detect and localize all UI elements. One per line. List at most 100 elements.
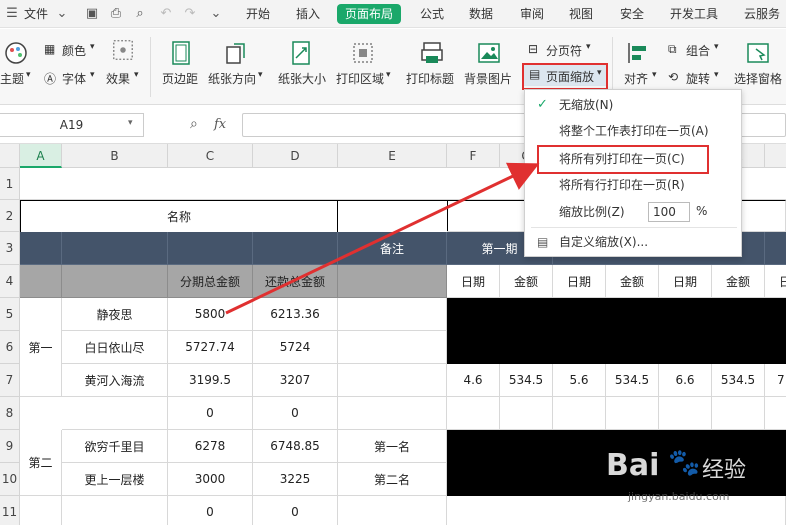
cell-a4[interactable]: [20, 265, 62, 298]
selection-pane-icon[interactable]: [746, 41, 770, 65]
row-header-4[interactable]: 4: [0, 265, 20, 298]
chevron-down-icon[interactable]: ▾: [26, 70, 31, 80]
r5-name[interactable]: 静夜思: [62, 298, 168, 331]
select-all-corner[interactable]: [0, 144, 20, 168]
date-header-j[interactable]: 日期: [659, 265, 712, 298]
amount-header-g[interactable]: 金额: [500, 265, 553, 298]
r7-repay[interactable]: 3207: [253, 364, 338, 397]
r8-l[interactable]: [765, 397, 786, 430]
color-button[interactable]: 颜色: [62, 42, 86, 59]
r5-remark[interactable]: [338, 298, 447, 331]
row-header-10[interactable]: 10: [0, 463, 20, 496]
cell-d3[interactable]: [253, 232, 338, 265]
amount-header-i[interactable]: 金额: [606, 265, 659, 298]
r8-f[interactable]: [447, 397, 500, 430]
theme-icon[interactable]: [4, 41, 28, 65]
r8-total[interactable]: 0: [168, 397, 253, 430]
custom-scale-item[interactable]: ▤ 自定义缩放(X)...: [525, 229, 741, 255]
r7-name[interactable]: 黄河入海流: [62, 364, 168, 397]
r9-name[interactable]: 欲穷千里目: [62, 430, 168, 463]
r7-l[interactable]: 7: [765, 364, 786, 397]
undo-icon[interactable]: ↶: [158, 6, 174, 22]
cell-a3[interactable]: [20, 232, 62, 265]
r8-remark[interactable]: [338, 397, 447, 430]
r7-g[interactable]: 534.5: [500, 364, 553, 397]
row-header-3[interactable]: 3: [0, 232, 20, 265]
tab-page-layout[interactable]: 页面布局: [337, 4, 402, 24]
column-header-b[interactable]: B: [62, 144, 168, 168]
r8-j[interactable]: [659, 397, 712, 430]
paper-size-icon[interactable]: [289, 41, 313, 65]
column-header-e[interactable]: E: [338, 144, 447, 168]
align-icon[interactable]: [626, 41, 650, 65]
customize-chevron-icon[interactable]: ⌄: [208, 6, 224, 22]
remark-header-cell[interactable]: 备注: [338, 232, 447, 265]
tab-review[interactable]: 审阅: [520, 0, 544, 28]
tab-security[interactable]: 安全: [620, 0, 644, 28]
fit-rows-item[interactable]: 将所有行打印在一页(R): [525, 172, 741, 198]
group2-cell[interactable]: 第二: [20, 430, 62, 496]
r6-remark[interactable]: [338, 331, 447, 364]
print-title-icon[interactable]: [420, 41, 444, 65]
r7-f[interactable]: 4.6: [447, 364, 500, 397]
r9-repay[interactable]: 6748.85: [253, 430, 338, 463]
r9-remark[interactable]: 第一名: [338, 430, 447, 463]
total-amount-header[interactable]: 分期总金额: [168, 265, 253, 298]
menu-lines-icon[interactable]: ☰: [4, 6, 20, 22]
print-preview-icon[interactable]: ⌕: [132, 6, 148, 22]
column-header-d[interactable]: D: [253, 144, 338, 168]
theme-button[interactable]: 主题: [0, 70, 24, 87]
effect-icon[interactable]: [112, 39, 134, 61]
r8-h[interactable]: [553, 397, 606, 430]
r11-repay[interactable]: 0: [253, 496, 338, 525]
name-box[interactable]: A19: [0, 113, 144, 137]
orientation-button[interactable]: 纸张方向: [208, 70, 256, 87]
tab-cloud[interactable]: 云服务: [744, 0, 780, 28]
cell-b3[interactable]: [62, 232, 168, 265]
row-header-7[interactable]: 7: [0, 364, 20, 397]
save-icon[interactable]: ▣: [84, 6, 100, 22]
r7-total[interactable]: 3199.5: [168, 364, 253, 397]
fit-sheet-item[interactable]: 将整个工作表打印在一页(A): [525, 118, 741, 144]
magnifier-icon[interactable]: ⌕: [190, 116, 198, 132]
r7-h[interactable]: 5.6: [553, 364, 606, 397]
fx-button[interactable]: fx: [214, 117, 226, 132]
date-header-f[interactable]: 日期: [447, 265, 500, 298]
r7-remark[interactable]: [338, 364, 447, 397]
page-break-button[interactable]: 分页符: [546, 42, 582, 59]
rotate-button[interactable]: 旋转: [686, 70, 710, 87]
name-header-cell[interactable]: 名称: [20, 200, 338, 233]
background-image-button[interactable]: 背景图片: [464, 70, 512, 87]
date-header-l[interactable]: 日期: [765, 265, 786, 298]
tab-data[interactable]: 数据: [469, 0, 493, 28]
row-header-1[interactable]: 1: [0, 168, 20, 200]
tab-insert[interactable]: 插入: [296, 0, 320, 28]
effect-button[interactable]: 效果: [106, 70, 130, 87]
page-break-icon[interactable]: ⊟: [528, 42, 538, 56]
r10-total[interactable]: 3000: [168, 463, 253, 496]
row-header-5[interactable]: 5: [0, 298, 20, 331]
chevron-down-icon[interactable]: ▾: [128, 118, 133, 128]
selection-pane-button[interactable]: 选择窗格: [734, 70, 782, 87]
r6-repay[interactable]: 5724: [253, 331, 338, 364]
row-header-6[interactable]: 6: [0, 331, 20, 364]
align-button[interactable]: 对齐: [624, 70, 648, 87]
no-scale-item[interactable]: ✓ 无缩放(N): [525, 92, 741, 118]
font-icon[interactable]: Ⓐ: [44, 70, 56, 87]
column-header-l[interactable]: L: [765, 144, 786, 168]
tab-developer[interactable]: 开发工具: [670, 0, 718, 28]
group-button[interactable]: 组合: [686, 42, 710, 59]
redo-icon[interactable]: ↷: [182, 6, 198, 22]
r10-repay[interactable]: 3225: [253, 463, 338, 496]
r8-k[interactable]: [712, 397, 765, 430]
column-header-f[interactable]: F: [447, 144, 500, 168]
margin-button[interactable]: 页边距: [162, 70, 198, 87]
print-area-icon[interactable]: [351, 41, 375, 65]
r5-repay[interactable]: 6213.36: [253, 298, 338, 331]
date-header-h[interactable]: 日期: [553, 265, 606, 298]
paper-size-button[interactable]: 纸张大小: [278, 70, 326, 87]
r6-name[interactable]: 白日依山尽: [62, 331, 168, 364]
print-title-button[interactable]: 打印标题: [406, 70, 454, 87]
r8-name[interactable]: [62, 397, 168, 430]
r10-name[interactable]: 更上一层楼: [62, 463, 168, 496]
